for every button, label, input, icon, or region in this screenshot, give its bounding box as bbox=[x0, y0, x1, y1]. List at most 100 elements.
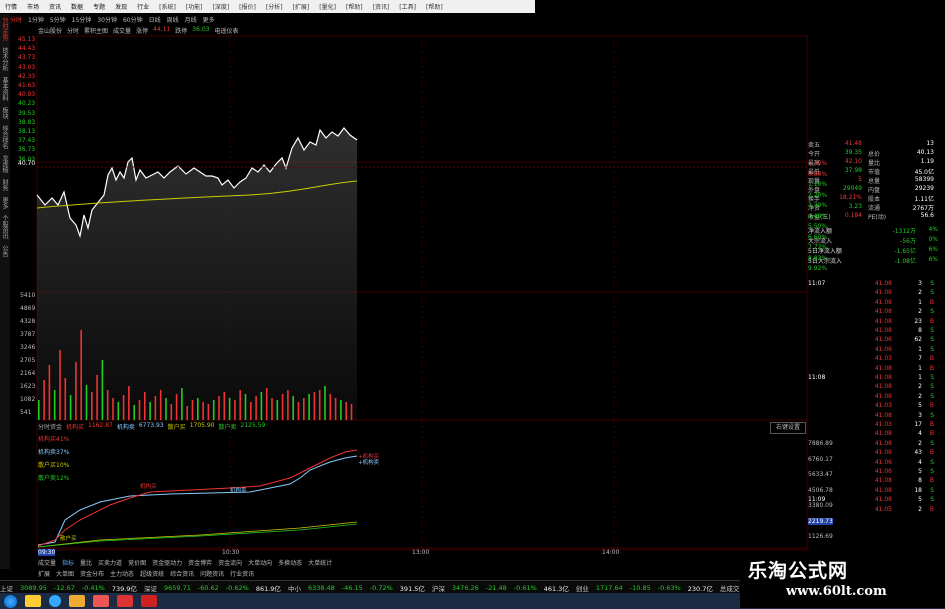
menu-item[interactable]: [功能] bbox=[181, 2, 208, 11]
trade-side: S bbox=[930, 345, 934, 353]
period-tab[interactable]: 日线 bbox=[149, 15, 161, 24]
menu-item[interactable]: 数据 bbox=[66, 2, 88, 11]
menu-item[interactable]: [量化] bbox=[314, 2, 341, 11]
menu-item[interactable]: 专题 bbox=[88, 2, 110, 11]
menu-item[interactable]: 行情 bbox=[0, 2, 22, 11]
index-name[interactable]: 中小 bbox=[288, 583, 301, 593]
menu-item[interactable]: 资讯 bbox=[44, 2, 66, 11]
menu-item[interactable]: [分析] bbox=[261, 2, 288, 11]
trade-price: 41.08 bbox=[874, 364, 892, 372]
media-icon[interactable] bbox=[117, 595, 133, 607]
indicator-tab[interactable]: 大单统计 bbox=[308, 558, 332, 567]
app-icon[interactable] bbox=[93, 595, 109, 607]
inst-sell-label: 机构卖 bbox=[116, 424, 135, 431]
left-tab[interactable]: 个股资讯 bbox=[0, 212, 9, 242]
extension-tab[interactable]: 问题资讯 bbox=[200, 569, 224, 578]
index-value: 1717.64 bbox=[595, 583, 623, 592]
trading-app-icon[interactable] bbox=[141, 595, 157, 607]
trade-side: S bbox=[930, 280, 934, 287]
trade-row: 41.08 3 S bbox=[808, 412, 945, 421]
volume-axis-label: 4328 bbox=[20, 318, 36, 325]
trade-time bbox=[808, 383, 838, 392]
trade-row: 41.03 17 B bbox=[808, 421, 945, 430]
period-tab[interactable]: 1分钟 bbox=[28, 15, 44, 24]
period-tab[interactable]: 更多 bbox=[203, 15, 215, 24]
left-tab[interactable]: 公告 bbox=[0, 242, 9, 260]
index-name[interactable]: 沪深 bbox=[432, 583, 445, 593]
left-tab[interactable]: 技术分析 bbox=[0, 44, 9, 74]
volume-bar bbox=[303, 398, 305, 420]
left-tab[interactable]: 综合排名 bbox=[0, 122, 9, 152]
capital-flow-tab[interactable]: 分时资金 bbox=[38, 422, 62, 431]
extension-tab[interactable]: 大单图 bbox=[56, 569, 74, 578]
index-pct: -0.41% bbox=[81, 583, 105, 592]
price-axis-mid: 40.70 bbox=[18, 160, 36, 167]
menu-item[interactable]: [报价] bbox=[234, 2, 261, 11]
period-tab[interactable]: 周线 bbox=[167, 15, 179, 24]
trade-side: S bbox=[930, 289, 934, 297]
menu-item[interactable]: [资讯] bbox=[368, 2, 395, 11]
trade-side: S bbox=[930, 336, 934, 344]
indicator-tab[interactable]: 竞价图 bbox=[128, 558, 146, 567]
trade-side: S bbox=[930, 392, 934, 400]
menu-item[interactable]: [工具] bbox=[394, 2, 421, 11]
extra-label[interactable]: 电遥仪表 bbox=[214, 26, 238, 35]
start-button-icon[interactable] bbox=[4, 594, 17, 608]
index-name[interactable]: 深证 bbox=[144, 583, 157, 593]
extension-tab[interactable]: 主力动态 bbox=[110, 569, 134, 578]
period-tab[interactable]: 分时 bbox=[10, 15, 22, 24]
extension-tab[interactable]: 综合资讯 bbox=[170, 569, 194, 578]
period-tab[interactable]: 15分钟 bbox=[72, 15, 92, 24]
indicator-tab[interactable]: 成交量 bbox=[38, 558, 56, 567]
extension-tab[interactable]: 超级资统 bbox=[140, 569, 164, 578]
chart-type[interactable]: 累积主图 bbox=[84, 26, 108, 35]
indicator-tab[interactable]: 资金流向 bbox=[218, 558, 242, 567]
extension-tab[interactable]: 行业资讯 bbox=[230, 569, 254, 578]
chart-tag[interactable]: 分时 bbox=[67, 26, 79, 35]
menu-item[interactable]: [帮助] bbox=[421, 2, 448, 11]
period-tab[interactable]: 5分钟 bbox=[50, 15, 66, 24]
period-tab[interactable]: 月线 bbox=[185, 15, 197, 24]
indicator-tab[interactable]: 资金博弈 bbox=[188, 558, 212, 567]
right-click-settings-button[interactable]: 右键设置 bbox=[770, 422, 806, 434]
trade-time bbox=[808, 477, 838, 486]
left-tab[interactable]: 板块 bbox=[0, 104, 9, 122]
trade-row: 41.08 8 B bbox=[808, 477, 945, 486]
folder-icon[interactable] bbox=[69, 595, 85, 607]
period-tab[interactable]: 30分钟 bbox=[97, 15, 117, 24]
volume-bar bbox=[271, 398, 273, 420]
indicator-tab[interactable]: 多换动态 bbox=[278, 558, 302, 567]
left-tab[interactable]: 更多 bbox=[0, 194, 9, 212]
trade-side: B bbox=[929, 449, 934, 457]
left-tab[interactable]: 基本资料 bbox=[0, 74, 9, 104]
volume-bar bbox=[75, 362, 77, 420]
menu-item[interactable]: [深度] bbox=[207, 2, 234, 11]
index-name[interactable]: 创业 bbox=[576, 583, 589, 593]
indicator-tab[interactable]: 买卖力道 bbox=[98, 558, 122, 567]
left-tab[interactable]: 财务 bbox=[0, 176, 9, 194]
percent-axis-label: 5.50% bbox=[808, 223, 828, 230]
left-tab[interactable]: 龙虎榜 bbox=[0, 152, 9, 176]
menu-item[interactable]: 发现 bbox=[110, 2, 132, 11]
browser-icon[interactable] bbox=[49, 595, 61, 607]
indicator-tab[interactable]: 资金驱动力 bbox=[152, 558, 182, 567]
indicator-tab[interactable]: 量比 bbox=[80, 558, 92, 567]
extension-tab[interactable]: 资金分布 bbox=[80, 569, 104, 578]
menu-item[interactable]: 行业 bbox=[132, 2, 154, 11]
volume-bar bbox=[117, 402, 120, 420]
menu-item[interactable]: [系统] bbox=[154, 2, 181, 11]
intraday-chart[interactable]: +机构买+机构卖机构卖机构买散户买 bbox=[0, 0, 945, 609]
period-tab[interactable]: 60分钟 bbox=[123, 15, 143, 24]
volume-bar bbox=[69, 395, 72, 420]
indicator-tab[interactable]: 指标 bbox=[62, 558, 74, 567]
extension-tab[interactable]: 扩展 bbox=[38, 569, 50, 578]
menu-item[interactable]: [帮助] bbox=[341, 2, 368, 11]
indicator-tab[interactable]: 大单动向 bbox=[248, 558, 272, 567]
retail-buy-label: 散户买 bbox=[167, 424, 186, 431]
menu-item[interactable]: 市场 bbox=[22, 2, 44, 11]
left-tab[interactable]: 分时走势 bbox=[0, 14, 9, 44]
menu-item[interactable]: [扩展] bbox=[288, 2, 315, 11]
explorer-icon[interactable] bbox=[25, 595, 41, 607]
volume-axis-label: 1082 bbox=[20, 396, 36, 403]
index-name[interactable]: 上证 bbox=[0, 583, 13, 593]
